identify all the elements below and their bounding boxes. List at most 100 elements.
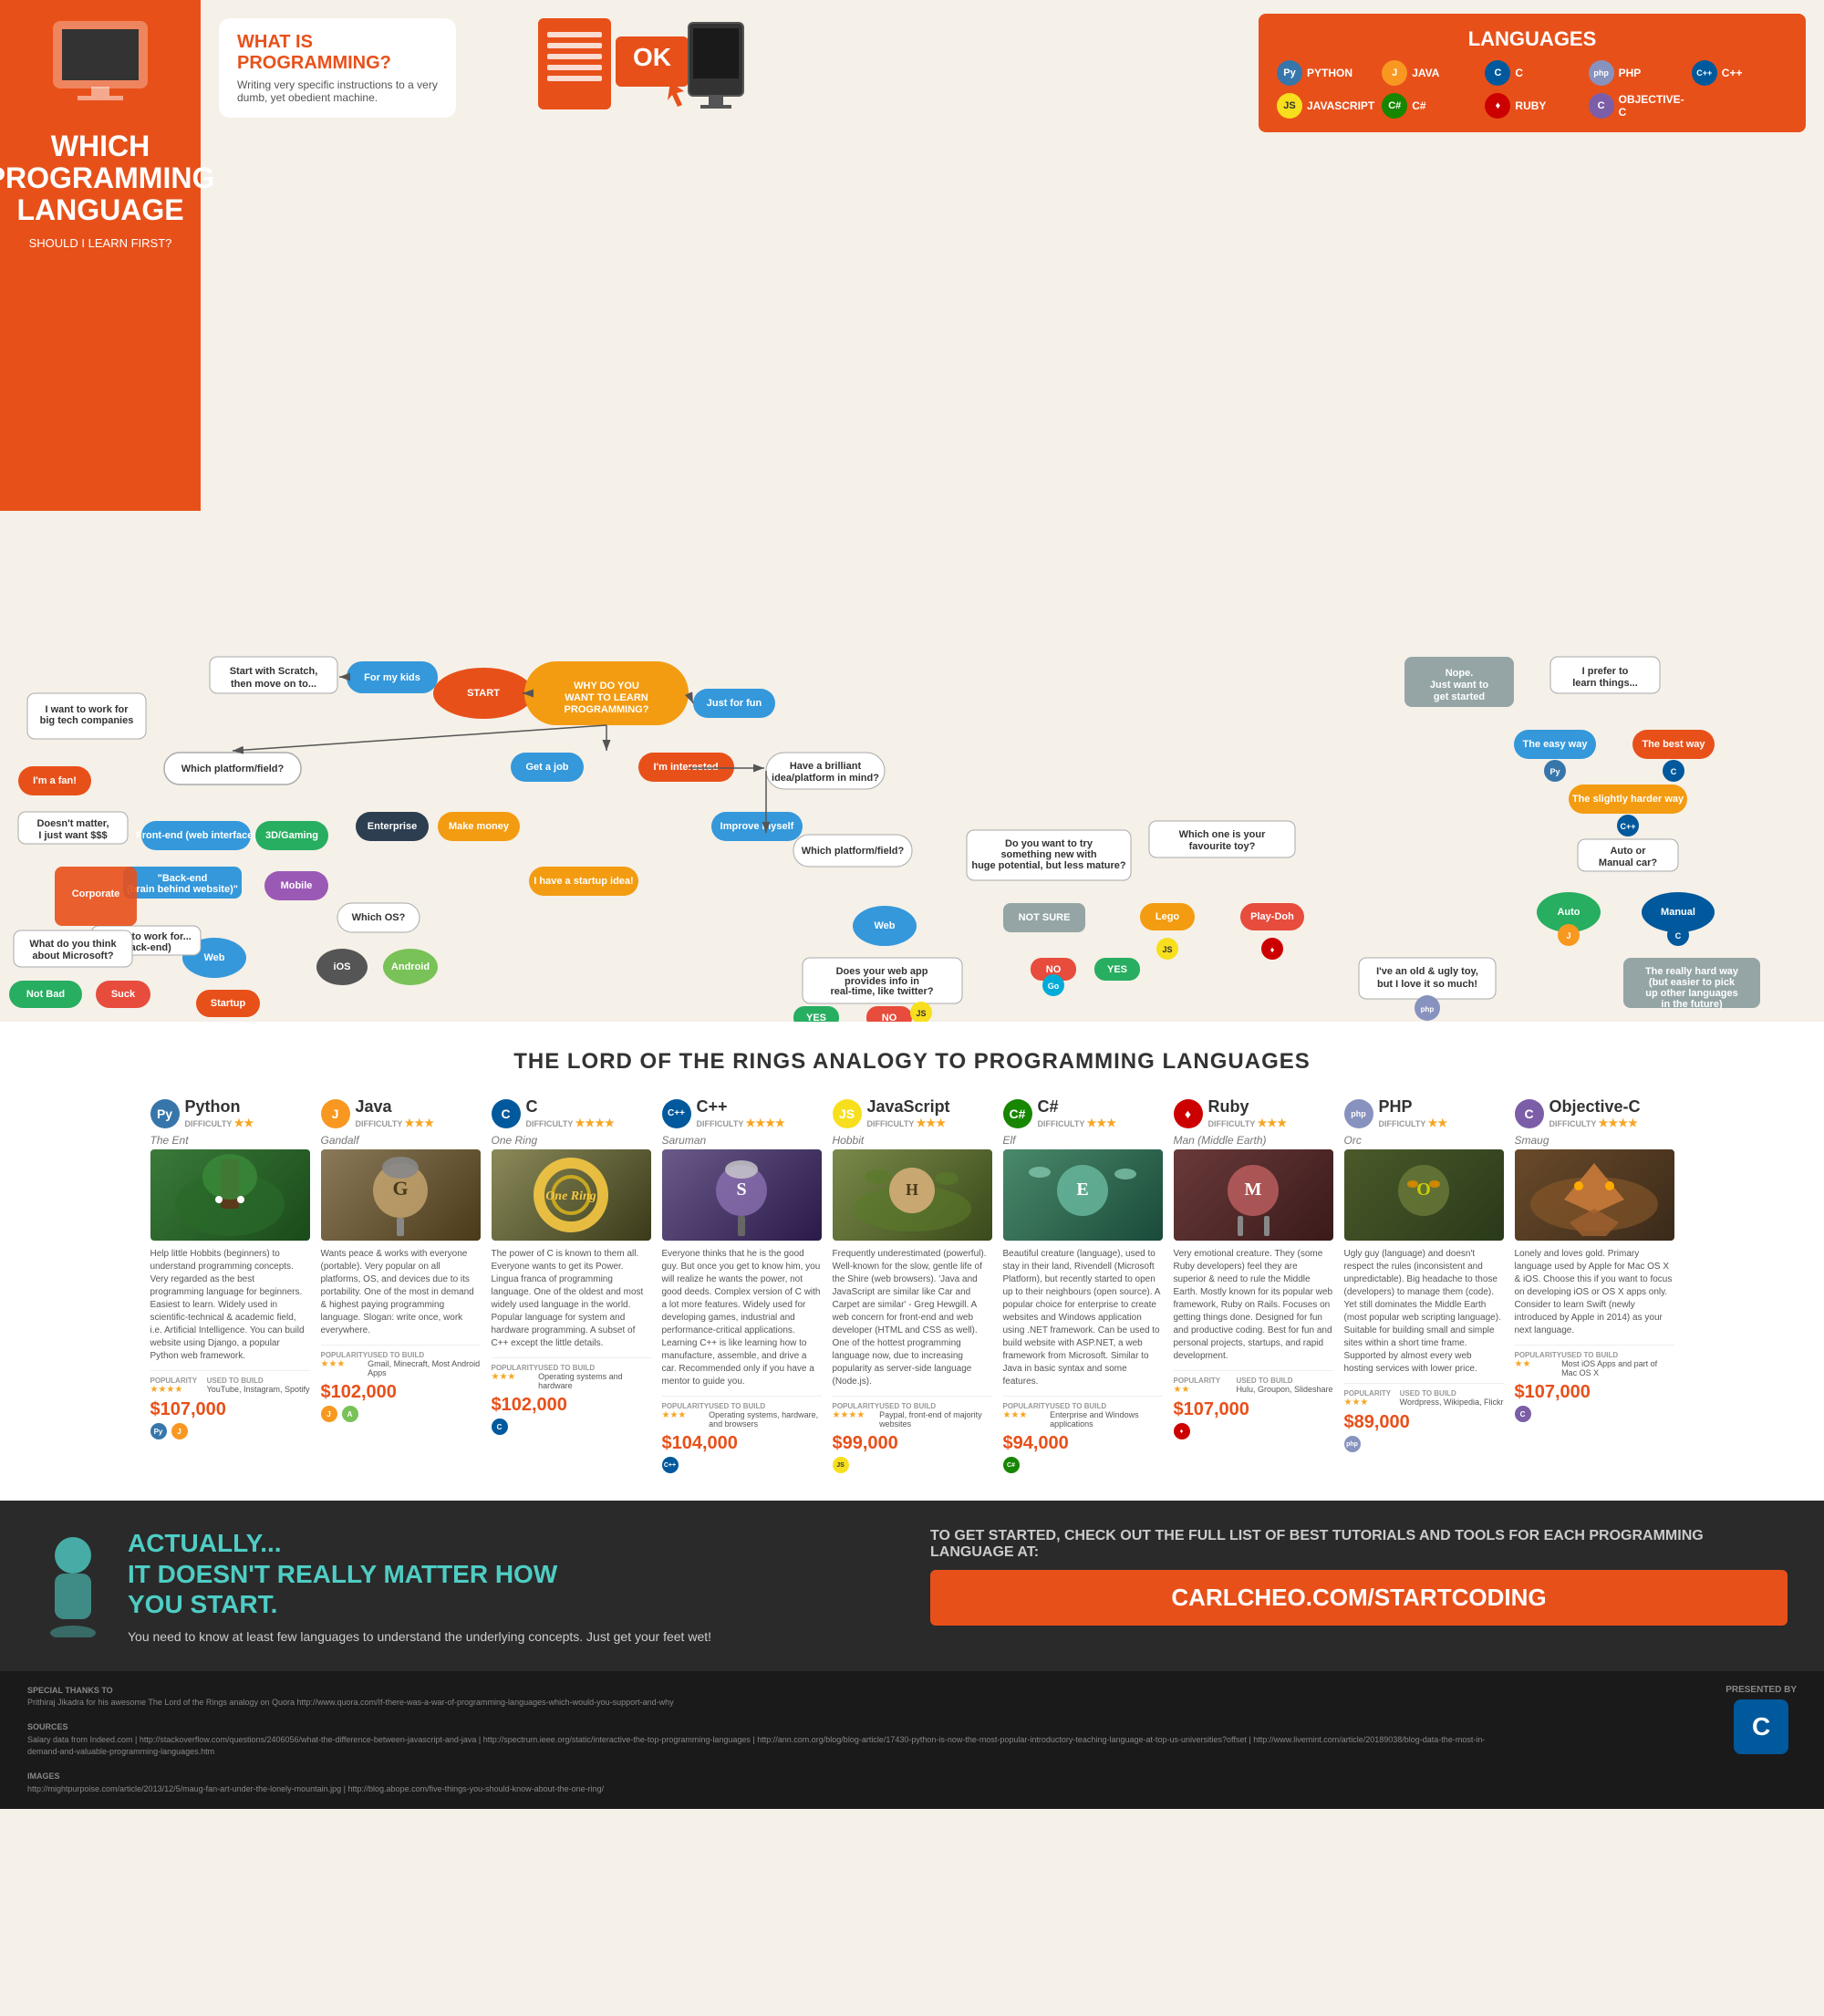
php-logo: php [1589, 60, 1614, 86]
lang-objc: C OBJECTIVE-C [1589, 93, 1684, 119]
svg-text:get started: get started [1434, 691, 1485, 702]
js-card-name: JavaScript [867, 1097, 950, 1117]
c-card-name: C [526, 1097, 615, 1117]
lotr-section: THE LORD OF THE RINGS ANALOGY TO PROGRAM… [0, 1022, 1824, 1501]
lang-ruby: ♦ RUBY [1485, 93, 1580, 119]
svg-text:NOT SURE: NOT SURE [1019, 912, 1071, 923]
csharp-char-name: Elf [1003, 1134, 1163, 1147]
svg-text:The easy way: The easy way [1523, 739, 1589, 750]
lang-c: C C [1485, 60, 1580, 86]
what-is-programming-desc: Writing very specific instructions to a … [237, 78, 438, 104]
svg-text:Web: Web [874, 920, 895, 931]
svg-text:The really hard way: The really hard way [1645, 966, 1739, 977]
svg-text:I'm interested: I'm interested [653, 762, 718, 773]
php-label: PHP [1619, 67, 1642, 79]
cpp-char-name: Saruman [662, 1134, 822, 1147]
svg-text:Which platform/field?: Which platform/field? [802, 846, 905, 857]
url-box[interactable]: CARLCHEO.COM/STARTCODING [930, 1570, 1788, 1626]
svg-text:Startup: Startup [211, 998, 246, 1009]
c-image: One Ring [492, 1149, 651, 1241]
svg-text:I've an old & ugly toy,: I've an old & ugly toy, [1376, 966, 1478, 977]
c-desc: The power of C is known to them all. Eve… [492, 1248, 651, 1350]
svg-text:H: H [905, 1180, 917, 1199]
svg-text:C: C [1675, 931, 1682, 940]
svg-text:Have a brilliant: Have a brilliant [790, 761, 862, 772]
svg-text:WANT TO LEARN: WANT TO LEARN [565, 692, 648, 703]
objc-char-name: Smaug [1515, 1134, 1674, 1147]
lang-js: JS JAVASCRIPT [1277, 93, 1374, 119]
svg-text:Auto or: Auto or [1610, 846, 1646, 857]
lang-java: J JAVA [1382, 60, 1477, 86]
languages-grid: Py PYTHON J JAVA C C php PHP C++ C++ [1277, 60, 1788, 119]
svg-text:something new with: something new with [1000, 849, 1096, 860]
bottom-left-panel: ACTUALLY...IT DOESN'T REALLY MATTER HOWY… [36, 1528, 894, 1644]
svg-text:O: O [1416, 1179, 1431, 1200]
svg-text:Auto: Auto [1557, 907, 1580, 918]
svg-text:"Back-end: "Back-end [158, 873, 208, 884]
svg-text:JS: JS [1162, 945, 1172, 954]
csharp-logo: C# [1382, 93, 1407, 119]
languages-title: LANGUAGES [1277, 27, 1788, 51]
svg-text:The best way: The best way [1642, 739, 1705, 750]
ruby-desc: Very emotional creature. They (some Ruby… [1174, 1248, 1333, 1363]
java-card: J Java DIFFICULTY ★★★ Gandalf G Wants pe… [321, 1097, 481, 1473]
svg-text:but I love it so much!: but I love it so much! [1377, 979, 1477, 990]
lang-python: Py PYTHON [1277, 60, 1374, 86]
svg-text:Nope.: Nope. [1446, 668, 1474, 679]
svg-text:Play-Doh: Play-Doh [1250, 911, 1294, 922]
svg-text:JS: JS [916, 1009, 926, 1018]
lang-php: php PHP [1589, 60, 1684, 86]
ruby-logo: ♦ [1485, 93, 1510, 119]
svg-text:Doesn't matter,: Doesn't matter, [36, 818, 109, 829]
svg-text:PROGRAMMING?: PROGRAMMING? [565, 704, 649, 715]
url-text: CARLCHEO.COM/STARTCODING [1171, 1584, 1546, 1611]
php-card: php PHP DIFFICULTY ★★ Orc O Ugly guy (la… [1344, 1097, 1504, 1473]
flowchart-section: START WHY DO YOU WANT TO LEARN PROGRAMMI… [0, 511, 1824, 1022]
csharp-desc: Beautiful creature (language), used to s… [1003, 1248, 1163, 1388]
python-image [150, 1149, 310, 1241]
svg-text:Which platform/field?: Which platform/field? [181, 764, 285, 774]
svg-text:up other languages: up other languages [1645, 988, 1737, 999]
objc-card: C Objective-C DIFFICULTY ★★★★ Smaug Lone… [1515, 1097, 1674, 1473]
bottom-section: ACTUALLY...IT DOESN'T REALLY MATTER HOWY… [0, 1501, 1824, 1671]
svg-text:Not Bad: Not Bad [26, 989, 65, 1000]
ruby-char-name: Man (Middle Earth) [1174, 1134, 1333, 1147]
svg-text:learn things...: learn things... [1572, 678, 1638, 689]
cpp-card-name: C++ [697, 1097, 785, 1117]
java-label: JAVA [1412, 67, 1439, 79]
svg-text:S: S [736, 1179, 746, 1200]
what-is-programming-box: WHAT IS PROGRAMMING? Writing very specif… [219, 18, 456, 118]
svg-text:Which one is your: Which one is your [1179, 829, 1266, 840]
svg-text:in the future): in the future) [1661, 999, 1723, 1010]
svg-text:Get a job: Get a job [525, 762, 568, 773]
csharp-card-name: C# [1038, 1097, 1116, 1117]
svg-text:php: php [1421, 1005, 1435, 1013]
csharp-card: C# C# DIFFICULTY ★★★ Elf E Beautiful cre… [1003, 1097, 1163, 1473]
php-card-logo: php [1344, 1099, 1373, 1128]
csharp-card-logo: C# [1003, 1099, 1032, 1128]
svg-text:Do you want to try: Do you want to try [1005, 838, 1093, 849]
svg-text:The slightly harder way: The slightly harder way [1572, 794, 1684, 805]
svg-text:then move on to...: then move on to... [231, 679, 316, 690]
svg-text:Start with Scratch,: Start with Scratch, [230, 666, 318, 677]
svg-text:G: G [392, 1177, 408, 1200]
footer-logo: C [1734, 1699, 1788, 1754]
java-char-name: Gandalf [321, 1134, 481, 1147]
svg-text:Go: Go [1048, 982, 1060, 991]
left-panel-title: WHICH PROGRAMMING LANGUAGE [0, 130, 214, 227]
bottom-text: You need to know at least few languages … [128, 1629, 711, 1644]
c-logo: C [1485, 60, 1510, 86]
svg-text:Improve myself: Improve myself [720, 821, 794, 832]
left-panel: WHICH PROGRAMMING LANGUAGE SHOULD I LEAR… [0, 0, 201, 511]
svg-text:(but easier to pick: (but easier to pick [1649, 977, 1736, 988]
monitor-icon [46, 18, 155, 114]
svg-text:Just for fun: Just for fun [707, 698, 762, 709]
svg-text:huge potential, but less matur: huge potential, but less mature? [971, 860, 1126, 871]
svg-text:J: J [1566, 931, 1570, 940]
php-image: O [1344, 1149, 1504, 1241]
js-label: JAVASCRIPT [1307, 99, 1374, 112]
svg-text:I want to work for: I want to work for [45, 704, 129, 715]
java-card-name: Java [356, 1097, 434, 1117]
java-card-logo: J [321, 1099, 350, 1128]
java-image: G [321, 1149, 481, 1241]
